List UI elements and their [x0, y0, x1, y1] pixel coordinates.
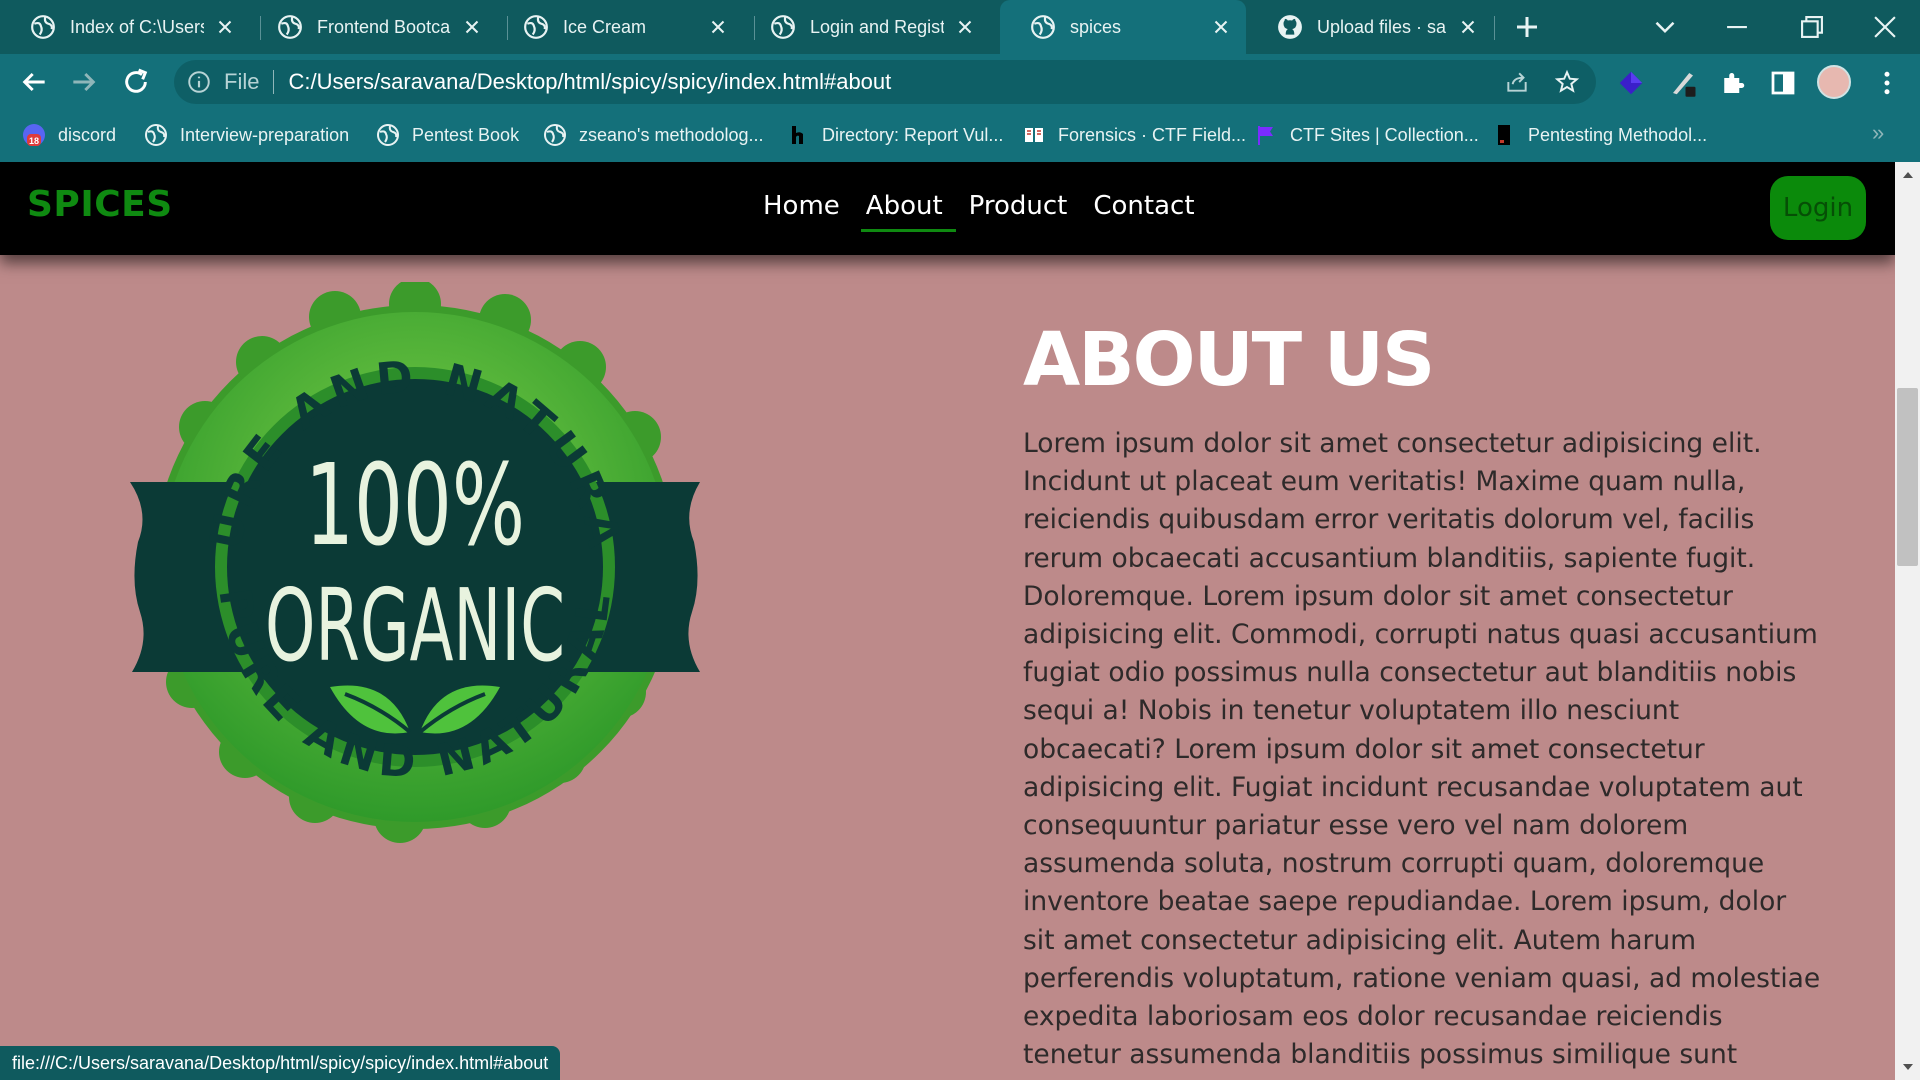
tab-title: Index of C:\Users\saravana — [70, 16, 204, 37]
close-icon[interactable] — [954, 16, 976, 38]
bookmark-star-icon[interactable] — [1554, 69, 1580, 95]
site-navbar: SPICES Home About Product Contact Login — [0, 162, 1895, 255]
bookmark-forensics-ctf[interactable]: Forensics · CTF Field... — [1022, 120, 1246, 150]
bookmarks-bar: 18 discord Interview-preparation Pentest… — [0, 110, 1920, 162]
globe-icon — [771, 15, 795, 39]
tab-spices[interactable]: spices — [1000, 0, 1246, 54]
menu-kebab-icon[interactable] — [1872, 68, 1902, 98]
nav-link-about[interactable]: About — [853, 186, 956, 242]
bookmark-label: Interview-preparation — [180, 124, 350, 145]
bookmark-discord[interactable]: 18 discord — [22, 120, 116, 150]
link-status-bar: file:///C:/Users/saravana/Desktop/html/s… — [0, 1046, 561, 1080]
close-icon[interactable] — [707, 16, 729, 38]
tab-title: Frontend Bootcamp — [317, 16, 451, 37]
bookmarks-overflow-chevron-icon[interactable]: » — [1872, 120, 1884, 146]
nav-link-product[interactable]: Product — [956, 186, 1081, 242]
bookmark-pentest-book[interactable]: Pentest Book — [376, 120, 519, 150]
reload-icon[interactable] — [120, 66, 152, 98]
address-bar[interactable]: File C:/Users/saravana/Desktop/html/spic… — [174, 60, 1596, 104]
extension-diamond-icon[interactable] — [1616, 68, 1646, 98]
tab-frontend-bootcamp[interactable]: Frontend Bootcamp — [247, 0, 497, 54]
globe-icon — [1031, 15, 1055, 39]
page-scrollbar[interactable] — [1895, 162, 1920, 1080]
tab-strip: Index of C:\Users\saravana Frontend Boot… — [0, 0, 1920, 54]
globe-icon — [544, 124, 566, 146]
globe-icon — [145, 124, 167, 146]
nav-link-home[interactable]: Home — [750, 186, 853, 242]
bookmark-interview-preparation[interactable]: Interview-preparation — [144, 120, 349, 150]
bookmark-ctf-sites[interactable]: CTF Sites | Collection... — [1254, 120, 1479, 150]
new-tab-plus-icon[interactable] — [1512, 12, 1542, 42]
bookmark-label: discord — [58, 124, 117, 145]
close-icon[interactable] — [214, 16, 236, 38]
ctf-field-guide-icon — [1025, 128, 1043, 142]
address-divider — [273, 70, 275, 94]
minimize-icon[interactable] — [1720, 10, 1754, 44]
site-menu: Home About Product Contact — [750, 186, 1208, 242]
globe-icon — [524, 15, 548, 39]
badge-word: ORGANIC — [265, 567, 565, 684]
window-close-icon[interactable] — [1868, 10, 1902, 44]
tab-upload-files[interactable]: Upload files · saravana — [1247, 0, 1493, 54]
scrollbar-thumb[interactable] — [1897, 388, 1918, 566]
discord-icon: 18 — [23, 124, 45, 146]
bookmark-pentesting-methodology[interactable]: Pentesting Methodol... — [1492, 120, 1707, 150]
organic-badge-image: PURE AND NATURAL PURE AND NATURAL 100% O… — [130, 282, 700, 843]
about-heading: ABOUT US — [1023, 317, 1435, 403]
bookmark-report-vulnerability[interactable]: Directory: Report Vul... — [786, 120, 1003, 150]
browser-toolbar: File C:/Users/saravana/Desktop/html/spic… — [0, 54, 1920, 110]
bookmark-label: Pentesting Methodol... — [1528, 124, 1708, 145]
bookmark-label: zseano's methodolog... — [579, 124, 764, 145]
bookmark-label: CTF Sites | Collection... — [1290, 124, 1479, 145]
bookmark-label: Directory: Report Vul... — [822, 124, 1004, 145]
hackerone-icon — [792, 126, 803, 144]
globe-icon — [278, 15, 302, 39]
bookmark-label: Pentest Book — [412, 124, 520, 145]
login-button[interactable]: Login — [1770, 176, 1866, 240]
info-icon[interactable] — [186, 69, 212, 95]
nav-link-contact[interactable]: Contact — [1080, 186, 1207, 242]
github-icon — [1278, 15, 1302, 39]
forward-arrow-icon[interactable] — [68, 66, 100, 98]
extension-pen-icon[interactable] — [1668, 68, 1698, 98]
badge-percent: 100% — [305, 441, 525, 571]
share-icon[interactable] — [1504, 69, 1530, 95]
bookmark-label: Forensics · CTF Field... — [1058, 124, 1247, 145]
close-icon[interactable] — [1457, 16, 1479, 38]
site-logo[interactable]: SPICES — [27, 184, 173, 225]
globe-icon — [31, 15, 55, 39]
tab-index-of[interactable]: Index of C:\Users\saravana — [0, 0, 250, 54]
flag-icon — [1258, 126, 1273, 145]
profile-avatar[interactable] — [1817, 65, 1851, 99]
url-text[interactable]: C:/Users/saravana/Desktop/html/spicy/spi… — [288, 69, 891, 95]
tab-title: Ice Cream — [563, 16, 647, 37]
tab-login-register[interactable]: Login and Register — [740, 0, 990, 54]
tab-title: Upload files · saravana — [1317, 16, 1447, 37]
scroll-up-arrow-icon[interactable] — [1901, 168, 1915, 182]
side-panel-icon[interactable] — [1768, 68, 1798, 98]
book-icon — [1498, 125, 1510, 145]
tab-ice-cream[interactable]: Ice Cream — [493, 0, 743, 54]
bookmark-zseano-methodology[interactable]: zseano's methodolog... — [543, 120, 764, 150]
discord-badge-count: 18 — [29, 136, 39, 146]
tab-search-chevron-icon[interactable] — [1648, 10, 1682, 44]
scheme-label: File — [224, 69, 260, 94]
tab-separator — [1494, 16, 1495, 40]
page-viewport: SPICES Home About Product Contact Login — [0, 162, 1895, 1080]
close-icon[interactable] — [461, 16, 483, 38]
tab-title: spices — [1070, 16, 1122, 37]
scroll-down-arrow-icon[interactable] — [1901, 1060, 1915, 1074]
tab-title: Login and Register — [810, 16, 944, 37]
close-icon[interactable] — [1210, 16, 1232, 38]
globe-icon — [377, 124, 399, 146]
restore-icon[interactable] — [1795, 10, 1829, 44]
puzzle-extensions-icon[interactable] — [1718, 68, 1748, 98]
about-paragraph: Lorem ipsum dolor sit amet consectetur a… — [1023, 428, 1821, 1080]
back-arrow-icon[interactable] — [18, 66, 50, 98]
